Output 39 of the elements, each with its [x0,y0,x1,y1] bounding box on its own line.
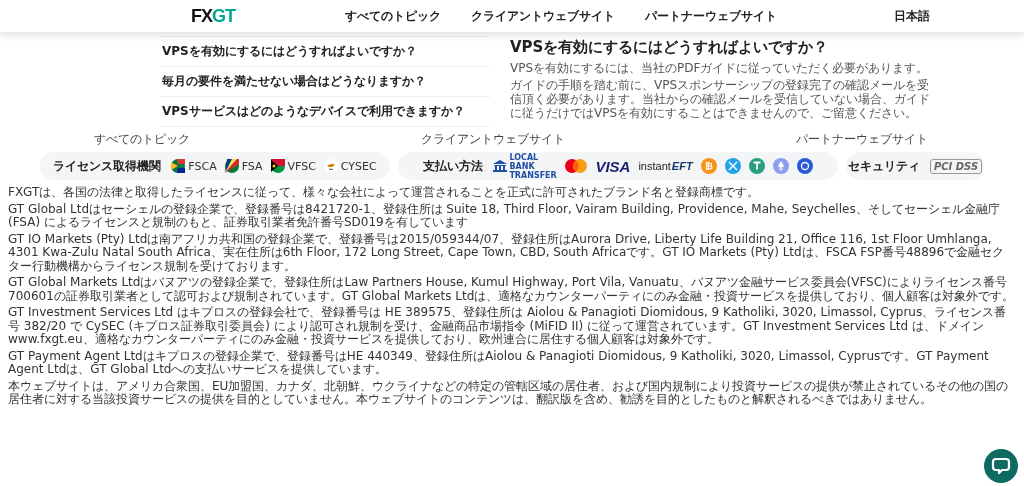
answer-paragraph: ガイドの手順を踏む前に、VPSスポンサーシップの登録完了の確認メールを受信頂く必要があります。当社からの確認メールを受信していない場合、ガイドに従うだけではVPSを有効にすることはできませんので、ご留意ください。 [510,78,930,120]
answer-title: VPSを有効にするにはどうすればよいですか？ [510,38,830,57]
flag-icon [323,159,338,173]
disclaimer-text: GT IO Markets (Pty) Ltdは南アフリカ共和国の登録企業で、登録番号は2015/059344/07、登録住所はAurora Drive, Liberty Life Building 21, Office 116, 1st Floor Umhlanga, 4301 Kwa-Zulu Natal South Africa、実在住所は6th Floor, 172 Long Street, Cape Town, CBD, South Africaです。GT IO Markets (Pty) Ltdは、FSCA FSP番号48896で金融セクター行動機構からライセンス規制を受けております。 [8,232,1006,273]
question-link[interactable]: VPSを有効にするにはどうすればよいですか？ [160,37,490,67]
nav-link[interactable]: すべてのトピック [345,7,441,25]
regulator-name: FSCA [188,159,217,173]
panel-label: ライセンス取得機関 [53,157,162,175]
language-link[interactable]: 日本語 [894,7,930,25]
flag-icon [171,159,186,173]
panel-label: セキュリティ [847,157,920,175]
regulator-name: VFSC [287,159,316,173]
pci-logo: PCI DSS [929,158,983,174]
footer-link[interactable]: すべてのトピック [94,131,190,148]
disclaimer-text: FXGTは、各国の法律と取得したライセンスに従って、様々な会社によって運営されることを正式に許可されたブランド名と登録商標です。 [8,186,761,200]
regulator-name: FSA [241,159,263,173]
answer-paragraph: VPSを有効にするには、当社のPDFガイドに従っていただく必要があります。 [510,61,930,75]
bank-transfer-logo: LOCAL BANK TRANSFER [493,152,558,180]
disclaimer-text: GT Payment Agent Ltdはキプロスの登録企業で、登録番号はHE 440349、登録住所はAiolou & Panagioti Diomidous, 9 Katholiki, 3020, Limassol, Cyprusです。GT Payment Agent Ltdは、GT Global Ltdへの支払いサービスを提供しています。 [8,349,990,377]
regulator-name: CYSEC [340,159,377,173]
panel-label: 支払い方法 [423,157,484,175]
chat-button[interactable] [984,449,1018,483]
disclaimer-text: GT Global Ltdはセーシェルの登録企業で、登録番号は8421720-1、登録住所は Suite 18, Third Floor, Vairam Building, Providence, Mahe, Seychelles、そしてセーシェル金融庁 (FSA) によるライセンスと規制のもと、証券取引業者免許番号SD019を有しています [8,202,1001,230]
disclaimer-text: 本ウェブサイトは、アメリカ合衆国、EU加盟国、カナダ、北朝鮮、ウクライナなどの特定の管轄区域の居住者、および国内規制により投資サービスの提供が禁止されているその他の国の居住者に対する当該投資サービスの提供を目的としていません。本ウェブサイトのコンテンツは、翻訳版を含め、勧誘を目的としたものと解釈されるべきではありません。 [8,379,1010,407]
footer-link[interactable]: パートナーウェブサイト [796,131,928,148]
flag-icon [224,159,239,173]
speech-bubble-icon [991,456,1011,476]
question-link[interactable]: VPSサービスはどのようなデバイスで利用できますか？ [160,97,490,127]
nav-link[interactable]: パートナーウェブサイト [645,7,777,25]
disclaimer-text: GT Global Markets Ltdはバヌアツの登録企業で、登録住所はLaw Partners House, Kumul Highway, Port Vila, Vanuatu、バヌアツ金融サービス委員会(VFSC)によりライセンス番号700601の証券取引業者として認可および規制されています。GT Global Markets Ltdは、適格なカウンターパーティにのみ金融・投資サービスを提供しており、個人顧客は対象外です。 [8,276,1016,303]
nav-link[interactable]: クライアントウェブサイト [471,7,615,25]
disclaimer-text: GT Investment Services Ltd はキプロスの登録会社で、登録番号は HE 389575、登録住所は Aiolou & Panagioti Diomidous, 9 Katholiki, 3020, Limassol, Cyprus、ライセンス番号 382/20 で CySEC (キプロス証券取引委員会) により認可され規制を受け、金融商品市場指令 (MiFID II) に従って運営されています。GT Investment Services Ltd は、ドメインwww.fxgt.eu、適格なカウンターパーティにのみ金融・投資サービスを提供しており、欧州連合に居住する個人顧客は対象外です。 [8,306,1008,347]
visa-logo: VISA [595,157,631,175]
eft-logo: instantEFT [638,160,693,172]
logo[interactable]: FXGT [191,5,235,27]
flag-icon [270,159,285,173]
footer-link[interactable]: クライアントウェブサイト [421,131,565,148]
question-link[interactable]: 毎月の要件を満たせない場合はどうなりますか？ [160,67,490,97]
card-logo-icon [565,159,588,173]
